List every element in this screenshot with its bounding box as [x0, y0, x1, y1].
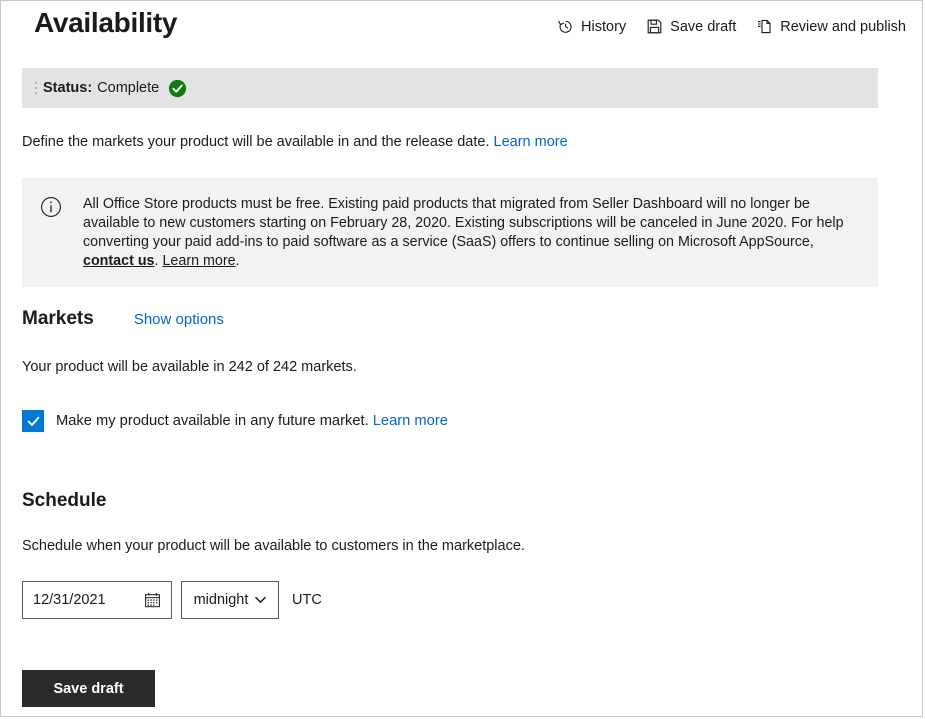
- header-actions: History Save draft Review and publish: [557, 18, 906, 35]
- intro-learn-more-link[interactable]: Learn more: [494, 134, 568, 150]
- release-time-value: midnight: [193, 592, 249, 608]
- future-market-checkbox-row: Make my product available in any future …: [22, 410, 448, 432]
- save-draft-header-button[interactable]: Save draft: [646, 18, 736, 35]
- publish-page-icon: [756, 18, 773, 35]
- release-date-input[interactable]: 12/31/2021: [22, 581, 172, 619]
- info-banner-period: .: [235, 253, 240, 269]
- schedule-title: Schedule: [22, 490, 107, 511]
- markets-count-text: Your product will be available in 242 of…: [22, 359, 357, 375]
- future-market-checkbox-label: Make my product available in any future …: [56, 413, 448, 429]
- intro-text: Define the markets your product will be …: [22, 134, 568, 150]
- save-draft-button[interactable]: Save draft: [22, 670, 155, 707]
- page-header: Availability History Save draft Review a…: [1, 1, 922, 53]
- contact-us-link[interactable]: contact us: [83, 253, 155, 269]
- history-icon: [557, 18, 574, 35]
- info-banner-separator: .: [154, 253, 159, 269]
- status-label: Status:: [43, 80, 93, 96]
- calendar-icon[interactable]: [144, 592, 161, 609]
- green-check-icon: [168, 79, 187, 98]
- history-button[interactable]: History: [557, 18, 626, 35]
- markets-header: Markets Show options: [22, 308, 224, 330]
- info-banner-learn-more-link[interactable]: Learn more: [162, 253, 235, 269]
- future-market-label-text: Make my product available in any future …: [56, 413, 369, 429]
- release-time-select[interactable]: midnight: [181, 581, 279, 619]
- future-market-learn-more-link[interactable]: Learn more: [373, 413, 448, 429]
- save-disk-icon: [646, 18, 663, 35]
- history-label: History: [581, 18, 627, 35]
- review-and-publish-label: Review and publish: [780, 18, 906, 35]
- schedule-controls: 12/31/2021 midnight UTC: [22, 581, 322, 619]
- timezone-label: UTC: [292, 592, 322, 608]
- save-draft-header-label: Save draft: [670, 18, 737, 35]
- future-market-checkbox[interactable]: [22, 410, 44, 432]
- availability-page: Availability History Save draft Review a…: [0, 0, 923, 717]
- intro-description: Define the markets your product will be …: [22, 134, 490, 150]
- drag-handle-icon: [30, 82, 42, 94]
- markets-title: Markets: [22, 308, 94, 329]
- review-and-publish-button[interactable]: Review and publish: [756, 18, 906, 35]
- schedule-description: Schedule when your product will be avail…: [22, 538, 525, 554]
- info-banner-text: All Office Store products must be free. …: [83, 195, 860, 271]
- info-circle-icon: [40, 196, 62, 218]
- info-banner: All Office Store products must be free. …: [22, 178, 878, 287]
- page-title: Availability: [34, 7, 178, 38]
- status-bar: Status: Complete: [22, 68, 878, 108]
- info-banner-body: All Office Store products must be free. …: [83, 196, 844, 250]
- show-options-link[interactable]: Show options: [134, 311, 224, 328]
- status-value: Complete: [97, 80, 160, 96]
- chevron-down-icon: [255, 591, 267, 609]
- release-date-value: 12/31/2021: [33, 592, 106, 608]
